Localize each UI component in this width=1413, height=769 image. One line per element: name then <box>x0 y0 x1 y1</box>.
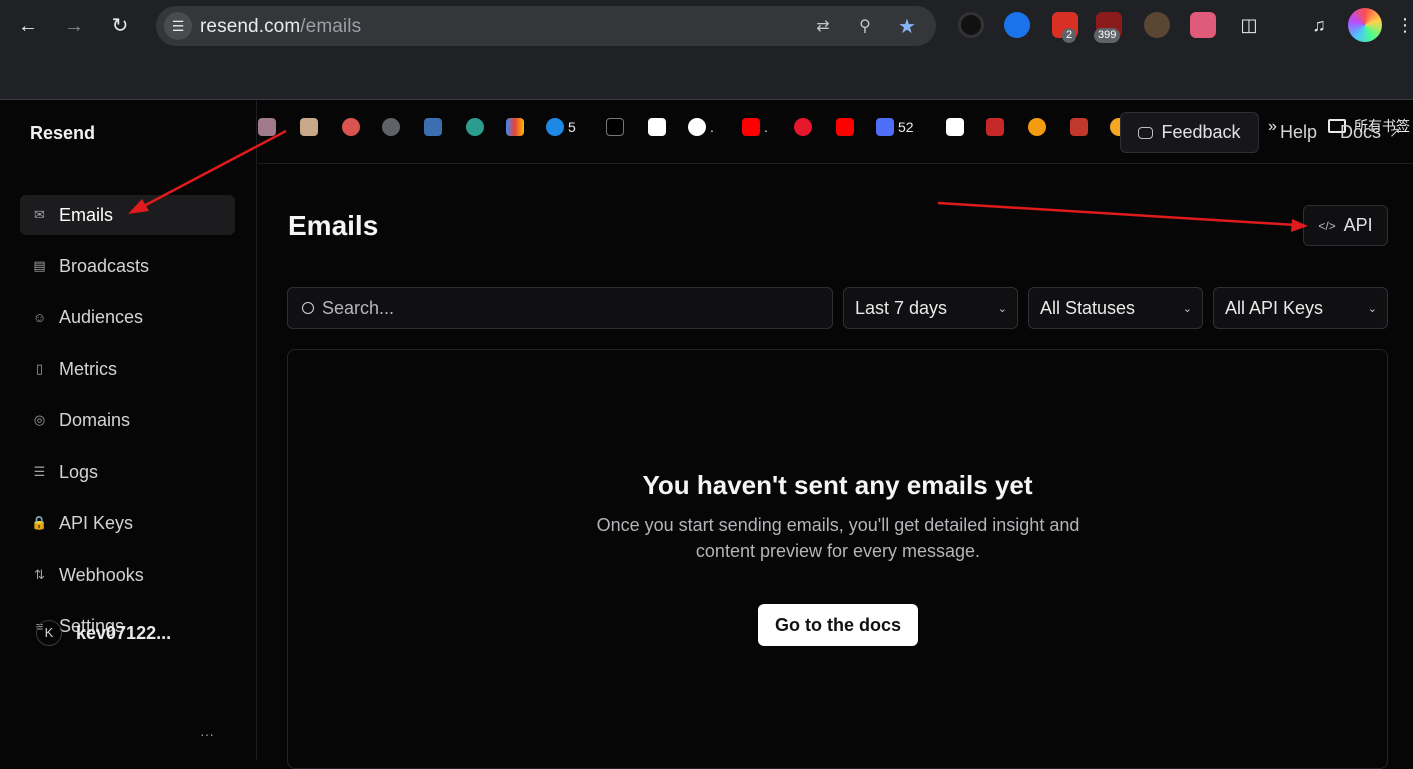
site-info-icon[interactable]: ☰ <box>164 12 192 40</box>
help-link[interactable]: Help <box>1280 122 1317 143</box>
chat-bubble-icon <box>1138 126 1154 139</box>
sidebar-item-label: Emails <box>59 204 114 225</box>
profile-avatar-icon[interactable] <box>1348 8 1382 42</box>
star-icon[interactable]: ★ <box>896 16 918 38</box>
mail-count-badge: 2 <box>1062 28 1077 43</box>
sidebar-item-metrics[interactable]: ▯ Metrics <box>20 349 235 389</box>
sidebar-item-label: Webhooks <box>59 564 144 585</box>
search-icon <box>302 302 314 314</box>
back-icon[interactable]: ← <box>14 12 42 40</box>
extension-circle-icon[interactable] <box>958 12 984 38</box>
url-text[interactable]: resend.com/emails <box>200 16 361 38</box>
sidebar-item-label: Metrics <box>59 358 117 379</box>
sidebar-item-broadcasts[interactable]: ▤ Broadcasts <box>20 246 235 286</box>
inbox-icon: ▤ <box>33 258 46 273</box>
date-range-select[interactable]: Last 7 days ⌄ <box>843 287 1018 329</box>
chevron-down-icon: ⌄ <box>1182 302 1192 315</box>
list-icon: ☰ <box>33 464 46 479</box>
docs-link[interactable]: Docs ↗ <box>1340 122 1401 143</box>
chevron-down-icon: ⌄ <box>1367 302 1377 315</box>
user-menu[interactable]: K kev07122... <box>36 620 171 646</box>
brand-logo[interactable]: Resend <box>30 123 95 144</box>
media-control-icon[interactable]: ♫ <box>1306 12 1332 38</box>
page-title: Emails <box>288 210 379 241</box>
chevron-down-icon: ⌄ <box>997 302 1007 315</box>
bookmarks-bar: ★ f 密 5 . . 52 » 所有书签 <box>0 52 1413 136</box>
address-bar[interactable]: ☰ resend.com/emails ⇄ ⚲ ★ <box>156 6 936 46</box>
more-options-icon[interactable]: ··· <box>200 726 214 742</box>
top-bar: Feedback Help Docs ↗ <box>258 101 1413 164</box>
globe-icon: ◎ <box>33 412 46 427</box>
feedback-button[interactable]: Feedback <box>1120 112 1259 153</box>
translate-icon[interactable]: ⇄ <box>812 16 834 38</box>
sidebar-item-domains[interactable]: ◎ Domains <box>20 400 235 440</box>
sidebar-item-label: Logs <box>59 461 99 482</box>
search-field[interactable] <box>287 287 833 329</box>
reload-icon[interactable]: ↻ <box>106 12 134 40</box>
empty-state-description: Once you start sending emails, you'll ge… <box>596 515 1080 561</box>
status-select[interactable]: All Statuses ⌄ <box>1028 287 1203 329</box>
sidebar-item-label: API Keys <box>59 512 134 533</box>
sidebar-item-api-keys[interactable]: 🔒 API Keys <box>20 503 235 543</box>
annotation-arrow-api <box>937 201 1297 227</box>
users-icon: ☺ <box>32 309 47 325</box>
code-icon: </> <box>1318 218 1336 233</box>
sidebar-item-logs[interactable]: ☰ Logs <box>20 452 235 492</box>
empty-state-panel: You haven't sent any emails yet Once you… <box>287 349 1388 769</box>
search-input[interactable] <box>322 297 802 319</box>
sidebar-item-label: Broadcasts <box>59 255 150 276</box>
extension-translate-icon[interactable] <box>1190 12 1216 38</box>
bar-chart-icon: ▯ <box>35 361 44 376</box>
zoom-icon[interactable]: ⚲ <box>854 16 876 38</box>
empty-state-title: You haven't sent any emails yet <box>642 470 1033 500</box>
counter-badge: 399 <box>1094 28 1121 43</box>
external-arrow-icon: ↗ <box>1389 124 1401 140</box>
extension-face-icon[interactable] <box>1144 12 1170 38</box>
sidebar-item-audiences[interactable]: ☺ Audiences <box>20 297 235 337</box>
sidebar-item-webhooks[interactable]: ⇅ Webhooks <box>20 555 235 595</box>
user-name: kev07122... <box>76 622 172 643</box>
go-to-docs-button[interactable]: Go to the docs <box>758 604 918 646</box>
lock-icon: 🔒 <box>31 515 48 530</box>
api-key-select[interactable]: All API Keys ⌄ <box>1213 287 1388 329</box>
browser-toolbar: ← → ↻ ☰ resend.com/emails ⇄ ⚲ ★ 2 399 ◫ … <box>0 0 1413 52</box>
mail-icon: ✉ <box>34 207 45 222</box>
extensions-puzzle-icon[interactable]: ◫ <box>1236 12 1262 38</box>
api-button[interactable]: </> API <box>1303 205 1388 246</box>
sidebar-item-label: Audiences <box>59 306 144 327</box>
sidebar-item-emails[interactable]: ✉ Emails <box>20 195 235 235</box>
extension-blue-icon[interactable] <box>1004 12 1030 38</box>
menu-icon[interactable]: ⋮ <box>1396 12 1413 38</box>
avatar: K <box>36 620 62 646</box>
sidebar-item-label: Domains <box>59 409 131 430</box>
forward-icon[interactable]: → <box>60 12 88 40</box>
arrows-icon: ⇅ <box>34 567 45 582</box>
